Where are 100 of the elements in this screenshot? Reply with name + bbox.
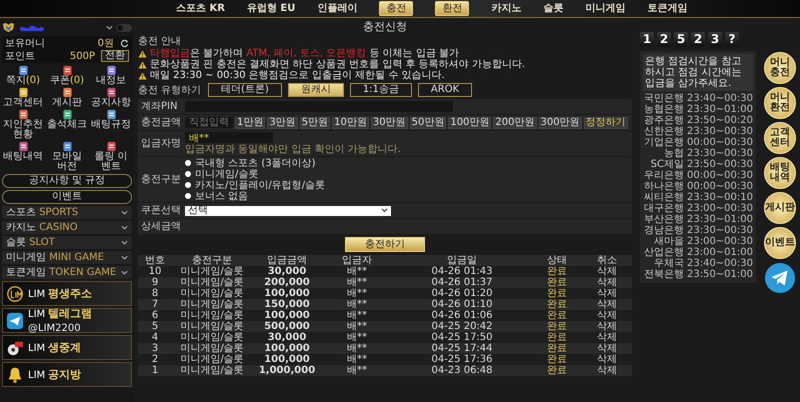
shortcut-item[interactable]: 고객센터	[2, 87, 44, 108]
shortcut-item[interactable]: 모바일 버전	[46, 141, 88, 172]
menu-item[interactable]: 카지노 CASINO	[2, 221, 132, 234]
shortcut-item[interactable]: 배팅내역	[2, 141, 44, 172]
level-badge-icon	[2, 22, 15, 33]
column-header: 입금금액	[266, 255, 308, 266]
tile-icon	[18, 65, 28, 76]
charge-type-tab[interactable]: AROK	[418, 83, 472, 97]
bank-name: SC제일	[650, 159, 684, 170]
shortcut-item[interactable]: 롤링 이벤트	[90, 141, 132, 172]
promo-banner[interactable]: LIM 생중계	[2, 335, 132, 360]
table-cell-text: 1	[150, 365, 160, 376]
radio-option[interactable]: 카지노/인플레이/유럽형/슬롯	[185, 180, 326, 190]
submit-button[interactable]: 충전하기	[345, 237, 425, 252]
refresh-icon[interactable]	[120, 38, 129, 48]
amount-button[interactable]: 300만원	[538, 116, 582, 128]
amount-button[interactable]: 3만원	[267, 116, 298, 128]
table-cell-text: 5	[150, 321, 160, 332]
shortcut-item[interactable]: 쿠폰(0)	[46, 65, 88, 86]
table-cell-text: 미니게임/슬롯	[179, 343, 245, 354]
menu-item[interactable]: 미니게임 MINI GAME	[2, 251, 132, 264]
table-cell-text: 04-25 20:42	[430, 321, 494, 332]
table-cell-text: 배**	[346, 266, 368, 277]
charge-type-tab[interactable]: 테더(트론)	[208, 83, 282, 97]
amount-button[interactable]: 1만원	[235, 116, 266, 128]
quick-button[interactable]: 이벤트	[764, 227, 796, 259]
amount-button[interactable]: 100만원	[448, 116, 492, 128]
table-cell-text: 배**	[346, 332, 368, 343]
promo-banner[interactable]: LIM 텔레그램 @LIM2200	[2, 308, 132, 333]
nav-link[interactable]: 슬롯	[543, 3, 564, 14]
shortcut-item[interactable]: 출석체크	[46, 109, 88, 140]
counter-digit: 3	[708, 32, 722, 47]
menu-item[interactable]: 스포츠 SPORTS	[2, 206, 132, 219]
shortcut-item[interactable]: 게시판	[46, 87, 88, 108]
table-cell-text: 미니게임/슬롯	[179, 365, 245, 376]
bank-name: 씨티은행	[643, 192, 684, 203]
table-cell-text: 3	[150, 343, 160, 354]
nav-link[interactable]: 미니게임	[585, 3, 626, 14]
shortcut-item[interactable]: 배팅규정	[90, 109, 132, 140]
table-cell-text: 삭제	[596, 354, 618, 365]
radio-option[interactable]: 보너스 없음	[185, 191, 326, 201]
nav-link[interactable]: 카지노	[491, 3, 522, 14]
table-cell-text: 04-26 01:10	[430, 299, 494, 310]
chevron-icon	[121, 270, 128, 276]
depositor-field[interactable]: 배**	[185, 132, 273, 143]
table-cell-text: 04-23 06:48	[430, 365, 494, 376]
table-cell-text: 500,000	[263, 321, 311, 332]
convert-button[interactable]: 전환	[101, 50, 129, 62]
tile-icon	[18, 141, 28, 152]
menu-item[interactable]: 슬롯 SLOT	[2, 236, 132, 249]
tile-icon	[18, 109, 28, 120]
table-cell-text: 삭제	[596, 321, 618, 332]
table-cell-text: 배**	[346, 288, 368, 299]
column-header: 번호	[144, 255, 166, 266]
nav-link[interactable]: 스포츠 KR	[176, 3, 225, 14]
charge-type-tab[interactable]: 원캐시	[288, 83, 344, 97]
charge-type-label: 충전 유형하기	[138, 84, 202, 96]
shortcut-item[interactable]: 지인추천현황	[2, 109, 44, 140]
table-cell-text: 9	[150, 277, 160, 288]
quick-button[interactable]: 고객 센터	[764, 122, 796, 154]
table-cell-text: 배**	[346, 365, 368, 376]
coupon-select[interactable]: 선택	[185, 206, 391, 216]
toggle-switch[interactable]	[116, 24, 132, 32]
quick-button[interactable]: 머니 환전	[764, 87, 796, 119]
scribble-icon	[18, 23, 46, 32]
nav-link[interactable]: 인플레이	[317, 3, 358, 14]
counter-digit: 5	[674, 32, 688, 47]
menu-item[interactable]: 토큰게임 TOKEN GAME	[2, 266, 132, 279]
telegram-icon[interactable]	[764, 262, 796, 294]
amount-button[interactable]: 30만원	[370, 116, 408, 128]
shortcut-item[interactable]: 쪽지(0)	[2, 65, 44, 86]
quick-button[interactable]: 배팅 내역	[764, 157, 796, 189]
amount-button[interactable]: 50만원	[410, 116, 446, 128]
radio-option[interactable]: 국내형 스포츠 (3폴더이상)	[185, 158, 326, 168]
amount-button[interactable]: 10만원	[332, 116, 369, 128]
promo-banner[interactable]: LIM 평생주소	[2, 281, 132, 306]
table-cell-text: 미니게임/슬롯	[179, 310, 245, 321]
nav-button[interactable]: 충전	[379, 1, 414, 16]
nav-link[interactable]: 유럽형 EU	[246, 3, 296, 14]
charge-type-tab[interactable]: 1:1송금	[350, 83, 412, 97]
sidebar-button[interactable]: 이벤트	[2, 190, 132, 204]
caret-icon[interactable]	[106, 24, 113, 30]
nav-link[interactable]: 토큰게임	[647, 3, 688, 14]
bank-hours: 23:40~00:30	[686, 258, 753, 269]
quick-button[interactable]: 머니 충전	[764, 52, 796, 84]
shortcut-item[interactable]: 공지사항	[90, 87, 132, 108]
nav-button[interactable]: 환전	[435, 1, 470, 16]
telegram-icon	[6, 312, 24, 330]
bank-name: 기업은행	[643, 137, 684, 148]
promo-banner[interactable]: LIM 공지방	[2, 362, 132, 387]
amount-button[interactable]: 200만원	[493, 116, 537, 128]
quick-button[interactable]: 게시판	[764, 192, 796, 224]
shortcut-item[interactable]: 내정보	[90, 65, 132, 86]
table-cell-text: 배**	[346, 299, 368, 310]
reset-button[interactable]: 정정하기	[584, 116, 628, 128]
radio-option[interactable]: 미니게임/슬롯	[185, 169, 326, 179]
amount-button[interactable]: 5만원	[300, 116, 330, 128]
sidebar-button[interactable]: 공지사항 및 규정	[2, 174, 132, 188]
counter-digit: 2	[691, 32, 705, 47]
amount-field[interactable]: 직접입력	[185, 117, 233, 128]
